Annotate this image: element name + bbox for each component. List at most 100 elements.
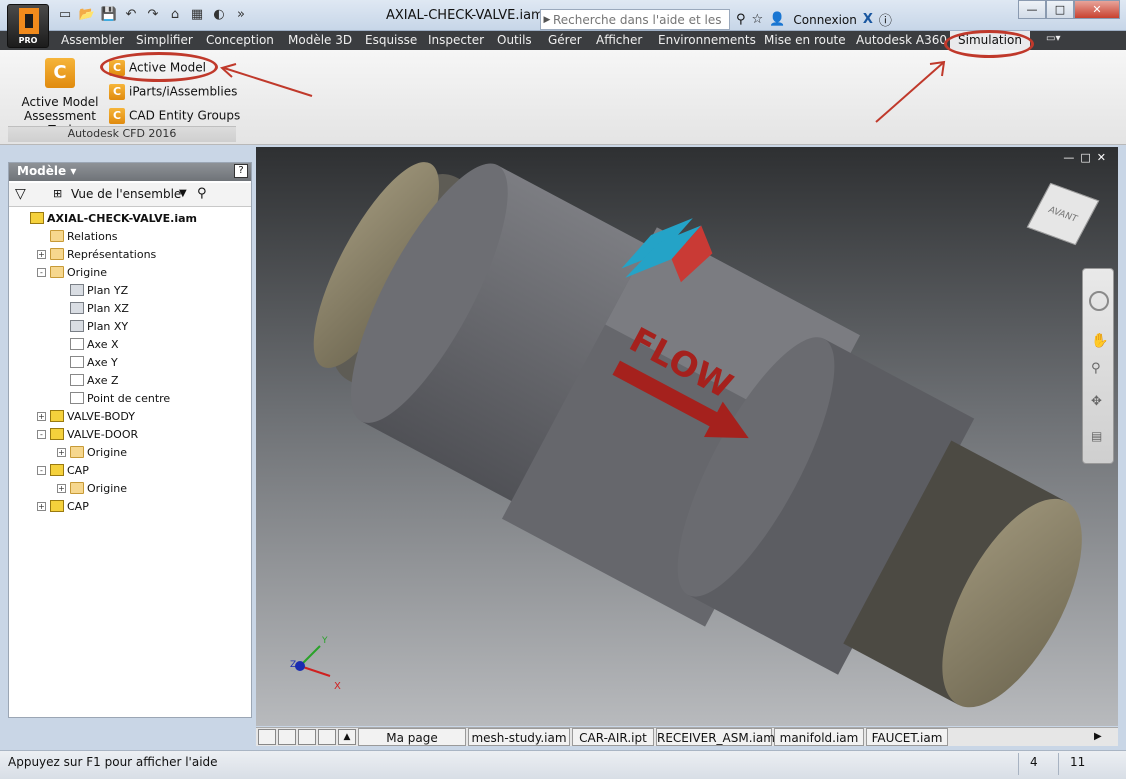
axis-icon [70, 356, 84, 368]
look-at-icon[interactable]: ▤ [1091, 429, 1102, 443]
maximize-button[interactable]: □ [1046, 0, 1074, 19]
tree-item[interactable]: + VALVE-BODY [37, 407, 135, 425]
cad-entity-groups-button[interactable]: CAD Entity Groups [109, 108, 240, 124]
status-count-occurrences: 4 [1030, 755, 1038, 769]
new-icon[interactable]: ▭ [56, 7, 74, 23]
horizontal-layout-icon[interactable] [298, 729, 316, 745]
inventor-logo-icon [19, 8, 39, 34]
tree-item[interactable]: + CAP [37, 497, 89, 515]
cascade-layout-icon[interactable] [258, 729, 276, 745]
appearance-icon[interactable]: ◐ [210, 7, 228, 23]
tab-conception[interactable]: Conception [206, 33, 274, 47]
favorites-icon[interactable]: ☆ [752, 12, 764, 27]
tab-mise-en-route[interactable]: Mise en route [764, 33, 846, 47]
material-icon[interactable]: ▦ [188, 7, 206, 23]
sign-in-link[interactable]: Connexion [793, 13, 857, 27]
more-icon[interactable]: » [232, 7, 250, 23]
tab-outils[interactable]: Outils [497, 33, 532, 47]
close-button[interactable]: ✕ [1074, 0, 1120, 19]
tab-simulation[interactable]: Simulation [950, 31, 1030, 50]
tab-environnements[interactable]: Environnements [658, 33, 756, 47]
doc-tab-faucet[interactable]: FAUCET.iam [866, 728, 948, 746]
tab-autodesk-a360[interactable]: Autodesk A360 [856, 33, 947, 47]
minimize-button[interactable]: — [1018, 0, 1046, 19]
tree-item[interactable]: Plan YZ [57, 281, 128, 299]
tab-modele-3d[interactable]: Modèle 3D [288, 33, 352, 47]
steering-wheel-icon[interactable] [1089, 291, 1109, 311]
binoculars-icon[interactable]: ⚲ [736, 12, 746, 27]
iparts-iassemblies-button[interactable]: iParts/iAssemblies [109, 84, 237, 100]
tile-layout-icon[interactable] [278, 729, 296, 745]
collapse-icon[interactable]: - [37, 267, 46, 277]
tree-item[interactable]: Plan XZ [57, 299, 129, 317]
expand-icon[interactable]: + [37, 411, 46, 421]
expand-icon[interactable]: + [57, 447, 66, 457]
expand-icon[interactable]: + [57, 483, 66, 493]
axis-x-label: X [334, 681, 341, 692]
folder-icon [50, 230, 64, 242]
tree-item[interactable]: - VALVE-DOOR [37, 425, 138, 443]
tree-item[interactable]: Point de centre [57, 389, 170, 407]
filter-icon[interactable]: ▽ [15, 186, 26, 202]
doc-tab-car-air[interactable]: CAR-AIR.ipt [572, 728, 654, 746]
ribbon-options-icon[interactable]: ▭▾ [1046, 33, 1060, 44]
search-expand-icon[interactable]: ▶ [541, 15, 553, 25]
tree-item[interactable]: - Origine [37, 263, 107, 281]
tab-assembler[interactable]: Assembler [61, 33, 124, 47]
pan-icon[interactable]: ✋ [1091, 333, 1108, 349]
graphics-viewport[interactable]: —□✕ FLOW AVANT ✋ ⚲ ✥ ▤ Y X Z [256, 147, 1118, 726]
status-message: Appuyez sur F1 pour afficher l'aide [8, 755, 218, 769]
view-mode-select[interactable]: Vue de l'ensemble [71, 187, 181, 201]
doc-tab-home[interactable]: Ma page d'accueil [358, 728, 466, 763]
vertical-layout-icon[interactable] [318, 729, 336, 745]
tree-item[interactable]: Relations [37, 227, 118, 245]
collapse-icon[interactable]: - [37, 465, 46, 475]
tab-simplifier[interactable]: Simplifier [136, 33, 193, 47]
tree-item[interactable]: Axe Y [57, 353, 118, 371]
expand-icon[interactable]: + [37, 501, 46, 511]
chevron-down-icon[interactable]: ▼ [179, 188, 187, 199]
tree-item-label: CAP [67, 499, 89, 513]
tree-item[interactable]: Plan XY [57, 317, 128, 335]
tab-afficher[interactable]: Afficher [596, 33, 642, 47]
orbit-icon[interactable]: ✥ [1091, 394, 1102, 409]
doc-tab-manifold[interactable]: manifold.iam [774, 728, 864, 746]
document-tabs: ▲ Ma page d'accueil mesh-study.iam CAR-A… [256, 727, 1118, 763]
document-list-icon[interactable]: ▲ [338, 729, 356, 745]
doc-tab-mesh-study[interactable]: mesh-study.iam [468, 728, 570, 746]
tree-item[interactable]: Axe X [57, 335, 119, 353]
tree-item[interactable]: + Représentations [37, 245, 156, 263]
tree-item[interactable]: Axe Z [57, 371, 119, 389]
tree-item-label: Origine [87, 445, 128, 459]
browser-title[interactable]: Modèle ▾ [17, 164, 76, 178]
tab-esquisse[interactable]: Esquisse [365, 33, 417, 47]
active-model-button[interactable]: Active Model [109, 60, 206, 76]
open-icon[interactable]: 📂 [78, 7, 96, 23]
zoom-icon[interactable]: ⚲ [1091, 361, 1101, 376]
tabs-scroll-right-icon[interactable]: ▶ [1094, 731, 1102, 742]
hierarchy-icon: ⊞ [53, 187, 63, 200]
tree-item[interactable]: + Origine [57, 443, 127, 461]
tree-item[interactable]: + Origine [57, 479, 127, 497]
find-binoculars-icon[interactable]: ⚲ [197, 186, 207, 201]
undo-icon[interactable]: ↶ [122, 7, 140, 23]
home-icon[interactable]: ⌂ [166, 7, 184, 23]
expand-icon[interactable]: + [37, 249, 46, 259]
collapse-icon[interactable]: - [37, 429, 46, 439]
browser-help-icon[interactable]: ? [234, 164, 248, 178]
doc-tab-receiver-asm[interactable]: RECEIVER_ASM.iam [656, 728, 775, 746]
exchange-icon[interactable]: X [863, 12, 873, 27]
redo-icon[interactable]: ↷ [144, 7, 162, 23]
application-menu-button[interactable]: PRO [7, 4, 49, 48]
save-icon[interactable]: 💾 [100, 7, 118, 23]
tree-item[interactable]: AXIAL-CHECK-VALVE.iam [17, 209, 197, 227]
status-bar: Appuyez sur F1 pour afficher l'aide 4 11 [0, 750, 1126, 779]
tab-inspecter[interactable]: Inspecter [428, 33, 484, 47]
help-icon[interactable]: ⓘ [879, 10, 892, 29]
tab-gerer[interactable]: Gérer [548, 33, 582, 47]
help-search-input[interactable] [553, 12, 725, 27]
window-title: AXIAL-CHECK-VALVE.iam [386, 8, 544, 23]
help-search[interactable]: ▶ [540, 9, 730, 30]
tree-item[interactable]: - CAP [37, 461, 89, 479]
axis-icon [70, 374, 84, 386]
